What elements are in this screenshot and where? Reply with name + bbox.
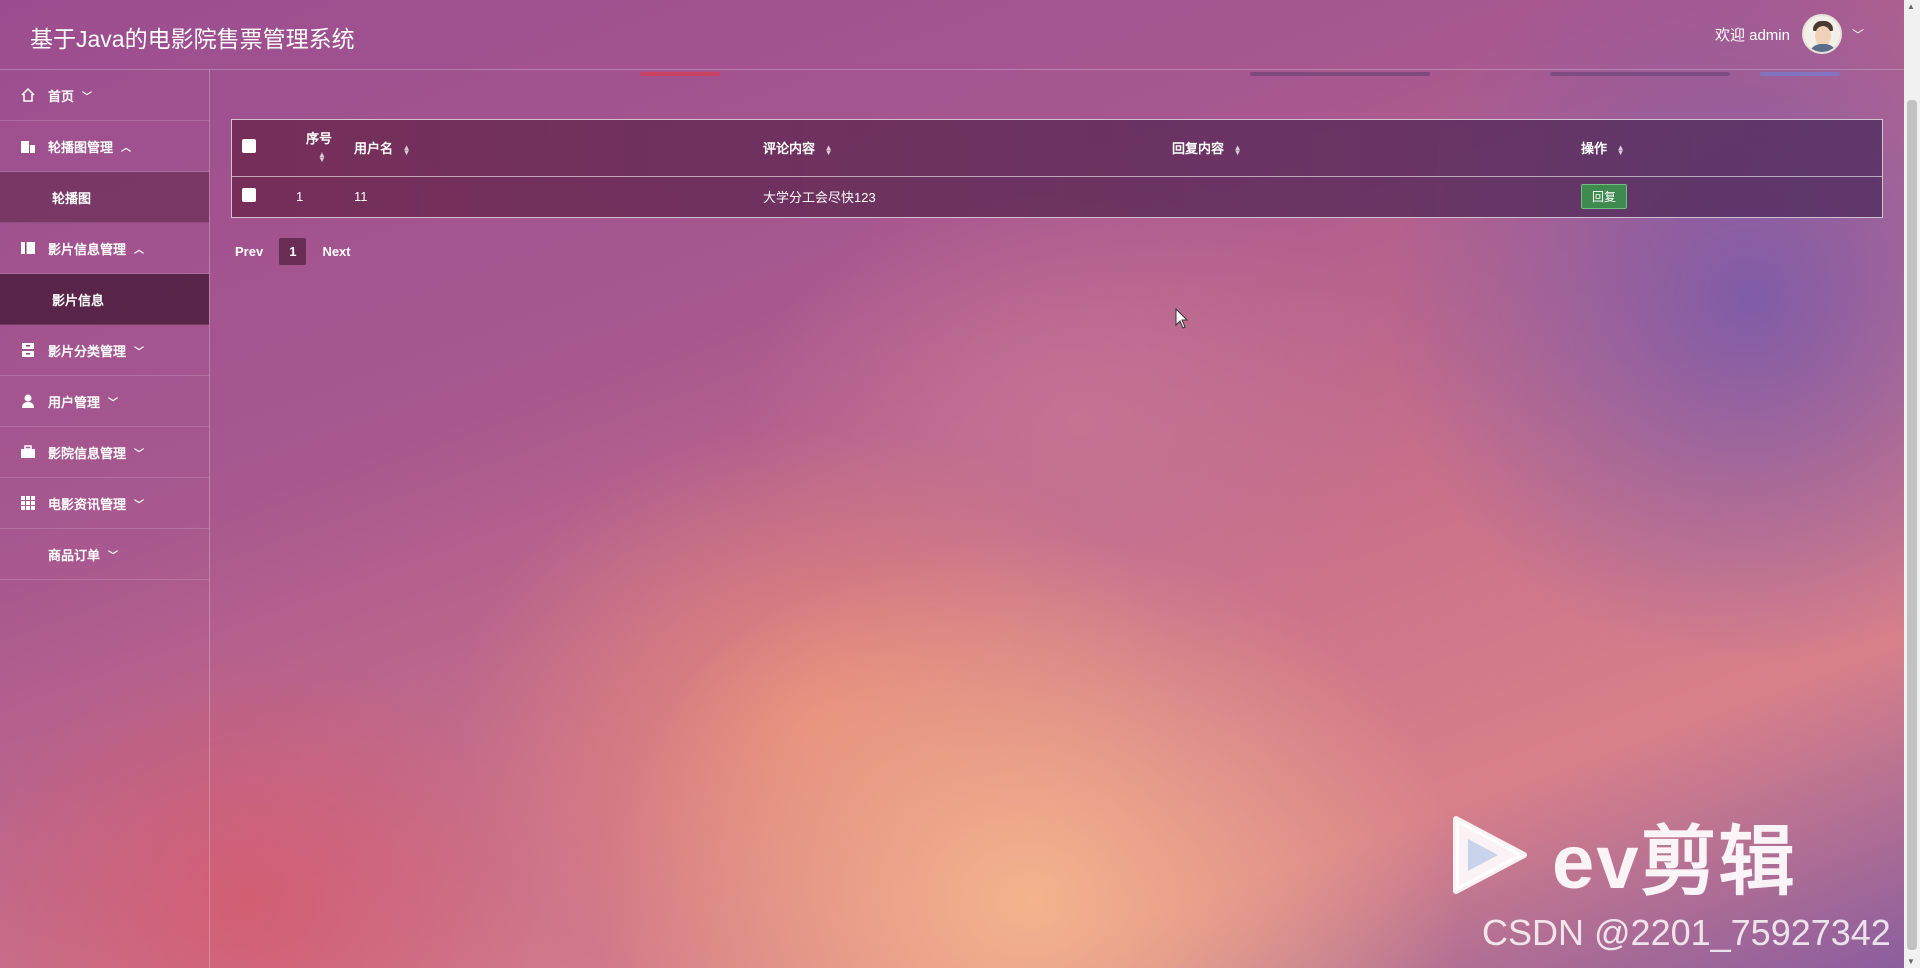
chevron-up-icon: ︿ bbox=[134, 244, 145, 256]
sidebar-subitem-movie-info[interactable]: 影片信息 bbox=[0, 274, 209, 325]
sidebar-item-label: 用户管理 bbox=[48, 394, 101, 410]
grid-icon bbox=[18, 495, 38, 511]
sidebar-item-movie-news-management[interactable]: 电影资讯管理 ﹀ bbox=[0, 478, 209, 529]
sidebar-subitem-carousel[interactable]: 轮播图 bbox=[0, 172, 209, 223]
scrollbar-thumb[interactable] bbox=[1907, 100, 1917, 950]
sidebar-item-user-management[interactable]: 用户管理 ﹀ bbox=[0, 376, 209, 427]
book-icon bbox=[18, 240, 38, 256]
column-header-reply[interactable]: 回复内容 ▲ ▼ bbox=[1172, 120, 1581, 176]
page-scrollbar[interactable]: ▲ ▼ bbox=[1904, 0, 1920, 968]
chevron-down-icon: ﹀ bbox=[134, 346, 145, 358]
building-icon bbox=[18, 138, 38, 154]
sidebar-item-label: 首页 bbox=[48, 88, 75, 104]
row-checkbox[interactable] bbox=[242, 188, 256, 203]
watermark-logo-text: ev剪辑 bbox=[1552, 820, 1797, 905]
page-number-current[interactable]: 1 bbox=[279, 238, 307, 265]
sidebar-item-label: 轮播图管理 bbox=[48, 139, 114, 155]
ev-watermark: ev剪辑 bbox=[1450, 800, 1797, 910]
sidebar-item-label: 影片分类管理 bbox=[48, 343, 127, 359]
avatar[interactable] bbox=[1801, 14, 1842, 54]
accent-line bbox=[1250, 72, 1430, 76]
chevron-down-icon: ﹀ bbox=[108, 550, 119, 562]
cell-reply bbox=[1172, 176, 1581, 217]
prev-page-button[interactable]: Prev bbox=[231, 238, 267, 265]
sidebar-item-carousel-management[interactable]: 轮播图管理 ︿ bbox=[0, 121, 209, 172]
chevron-down-icon: ﹀ bbox=[134, 499, 145, 511]
blank-icon bbox=[18, 546, 38, 562]
reply-button[interactable]: 回复 bbox=[1581, 184, 1628, 210]
column-header-index[interactable]: 序号 ▲ ▼ bbox=[284, 120, 354, 176]
welcome-text: 欢迎 admin bbox=[1714, 26, 1790, 44]
sidebar-item-movie-category-management[interactable]: 影片分类管理 ﹀ bbox=[0, 325, 209, 376]
column-header-comment[interactable]: 评论内容 ▲ ▼ bbox=[763, 120, 1172, 176]
select-all-checkbox[interactable] bbox=[242, 139, 256, 154]
top-header: 基于Java的电影院售票管理系统 欢迎 admin ﹀ bbox=[0, 0, 1904, 70]
mouse-cursor-icon bbox=[1175, 308, 1189, 329]
sort-icon[interactable]: ▲ ▼ bbox=[318, 151, 326, 164]
column-header-label: 用户名 bbox=[354, 141, 394, 157]
column-header-label: 序号 bbox=[305, 130, 332, 146]
table-row: 1 11 大学分工会尽快123 回复 bbox=[232, 176, 1882, 217]
sidebar-item-label: 商品订单 bbox=[48, 547, 101, 563]
sidebar-item-home[interactable]: 首页 ﹀ bbox=[0, 70, 209, 121]
column-header-label: 评论内容 bbox=[763, 141, 816, 157]
sort-icon[interactable]: ▲ ▼ bbox=[1617, 143, 1625, 156]
sort-icon[interactable]: ▲ ▼ bbox=[825, 143, 833, 156]
sidebar-item-label: 影院信息管理 bbox=[48, 445, 127, 461]
column-header-username[interactable]: 用户名 ▲ ▼ bbox=[354, 120, 763, 176]
sidebar-item-label: 电影资讯管理 bbox=[48, 496, 127, 512]
chevron-down-icon[interactable]: ﹀ bbox=[1852, 26, 1864, 43]
user-menu[interactable]: 欢迎 admin ﹀ bbox=[1715, 14, 1864, 54]
play-logo-icon bbox=[1453, 816, 1527, 894]
sidebar: 首页 ﹀ 轮播图管理 ︿ 轮播图 影片信息管理 ︿ 影片信息 影片分类管理 ﹀ … bbox=[0, 70, 210, 968]
pagination: Prev 1 Next bbox=[231, 238, 367, 265]
archive-icon bbox=[18, 342, 38, 358]
sidebar-item-product-orders[interactable]: 商品订单 ﹀ bbox=[0, 529, 209, 580]
sidebar-item-movie-info-management[interactable]: 影片信息管理 ︿ bbox=[0, 223, 209, 274]
next-page-button[interactable]: Next bbox=[318, 238, 354, 265]
table-header-row: 序号 ▲ ▼ 用户名 ▲ ▼ 评论内容 ▲ ▼ 回复内容 ▲ ▼ 操作 ▲ ▼ bbox=[232, 120, 1882, 176]
sort-icon[interactable]: ▲ ▼ bbox=[1234, 143, 1242, 156]
sidebar-item-label: 影片信息管理 bbox=[48, 241, 127, 257]
cell-username: 11 bbox=[354, 189, 368, 205]
home-icon bbox=[18, 87, 38, 103]
column-header-label: 操作 bbox=[1581, 141, 1608, 157]
scroll-down-icon[interactable]: ▼ bbox=[1907, 957, 1915, 966]
comments-table: 序号 ▲ ▼ 用户名 ▲ ▼ 评论内容 ▲ ▼ 回复内容 ▲ ▼ 操作 ▲ ▼ … bbox=[231, 119, 1883, 218]
chevron-up-icon: ︿ bbox=[121, 142, 132, 154]
app-title: 基于Java的电影院售票管理系统 bbox=[30, 26, 355, 52]
accent-line bbox=[640, 72, 720, 76]
user-icon bbox=[18, 393, 38, 409]
accent-line bbox=[1550, 72, 1730, 76]
cell-comment: 大学分工会尽快123 bbox=[763, 190, 876, 206]
column-header-label: 回复内容 bbox=[1172, 141, 1225, 157]
sort-icon[interactable]: ▲ ▼ bbox=[403, 143, 411, 156]
sidebar-item-cinema-info-management[interactable]: 影院信息管理 ﹀ bbox=[0, 427, 209, 478]
column-header-actions[interactable]: 操作 ▲ ▼ bbox=[1581, 120, 1882, 176]
briefcase-icon bbox=[18, 444, 38, 460]
cell-index: 1 bbox=[296, 189, 304, 205]
accent-line bbox=[1760, 72, 1840, 76]
chevron-down-icon: ﹀ bbox=[108, 397, 119, 409]
chevron-down-icon: ﹀ bbox=[134, 448, 145, 460]
scroll-up-icon[interactable]: ▲ bbox=[1907, 2, 1915, 11]
chevron-down-icon: ﹀ bbox=[82, 91, 93, 103]
csdn-watermark: CSDN @2201_75927342 bbox=[1482, 912, 1891, 953]
